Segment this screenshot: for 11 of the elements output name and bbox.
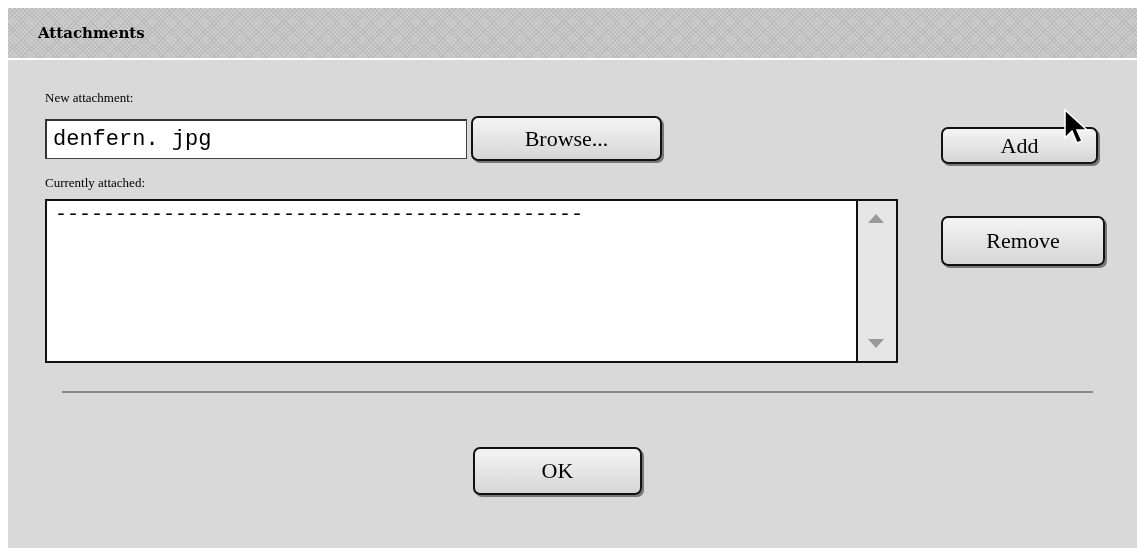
add-button[interactable]: Add <box>941 127 1098 164</box>
ok-button[interactable]: OK <box>473 447 642 495</box>
scrollbar[interactable] <box>856 201 896 361</box>
remove-button[interactable]: Remove <box>941 216 1105 266</box>
list-item[interactable]: -------------------------------------------- <box>55 203 848 226</box>
field-label: New attachment: <box>45 89 135 106</box>
list-label: Currently attached: <box>45 174 146 191</box>
window-title: Attachments <box>38 24 145 42</box>
attachment-list[interactable]: -------------------------------------------- <box>45 199 898 363</box>
file-input-field[interactable]: denfern. jpg <box>45 118 467 159</box>
browse-button[interactable]: Browse... <box>471 116 662 161</box>
